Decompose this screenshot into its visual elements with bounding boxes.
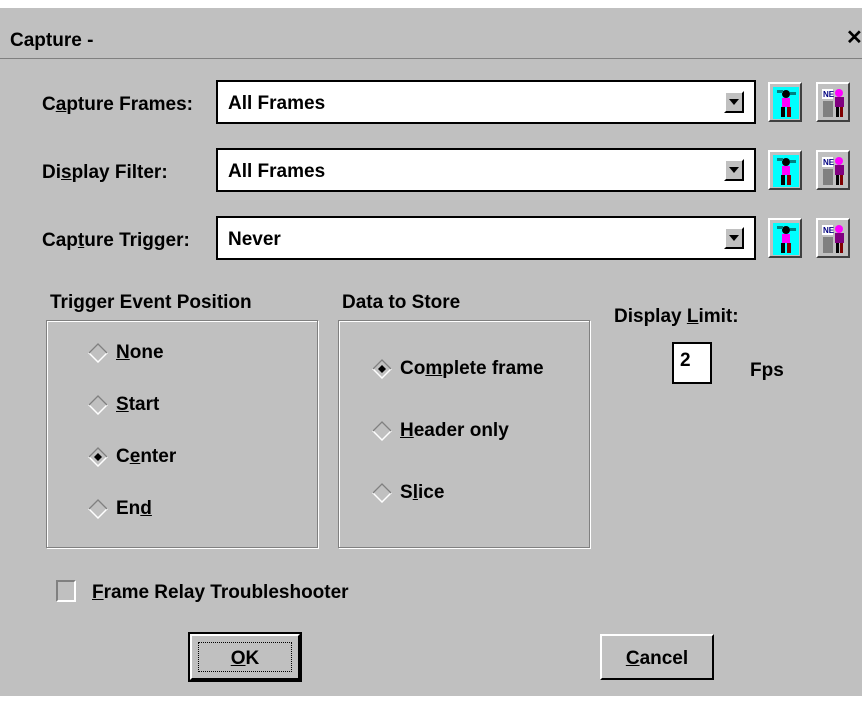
trigger-center-radio[interactable]: Center bbox=[88, 446, 176, 468]
display-filter-label: Display Filter: bbox=[42, 162, 168, 183]
capture-frames-dropdown[interactable]: All Frames bbox=[216, 80, 756, 124]
network-filter-icon: NE bbox=[821, 155, 847, 187]
frame-relay-troubleshooter-label[interactable]: Frame Relay Troubleshooter bbox=[92, 582, 349, 604]
display-limit-label: Display Limit: bbox=[614, 306, 739, 327]
capture-trigger-label: Capture Trigger: bbox=[42, 230, 190, 251]
trigger-start-radio[interactable]: Start bbox=[88, 394, 159, 416]
capture-trigger-value: Never bbox=[228, 229, 281, 250]
display-filter-edit-button[interactable] bbox=[768, 150, 802, 190]
capture-trigger-dropdown[interactable]: Never bbox=[216, 216, 756, 260]
capture-frames-filter-button[interactable]: NE bbox=[816, 82, 850, 122]
radio-selected-icon bbox=[88, 447, 108, 467]
network-filter-icon: NE bbox=[821, 87, 847, 119]
svg-text:NE: NE bbox=[823, 226, 835, 235]
data-to-store-title: Data to Store bbox=[342, 292, 461, 313]
trigger-event-position-group bbox=[46, 320, 318, 548]
capture-trigger-filter-button[interactable]: NE bbox=[816, 218, 850, 258]
capture-person-icon bbox=[773, 223, 799, 255]
display-filter-filter-button[interactable]: NE bbox=[816, 150, 850, 190]
radio-empty-icon bbox=[88, 343, 108, 363]
capture-frames-edit-button[interactable] bbox=[768, 82, 802, 122]
display-limit-input[interactable]: 2 bbox=[672, 342, 712, 384]
svg-text:NE: NE bbox=[823, 158, 835, 167]
ok-button[interactable]: OK bbox=[188, 632, 302, 682]
display-limit-unit: Fps bbox=[750, 360, 784, 381]
frame-relay-troubleshooter-checkbox[interactable] bbox=[56, 580, 76, 602]
radio-empty-icon bbox=[372, 421, 392, 441]
title-bar: Capture - ✕ bbox=[0, 8, 862, 59]
close-icon[interactable]: ✕ bbox=[846, 28, 862, 48]
capture-dialog: Capture - ✕ Capture Frames: All Frames N… bbox=[0, 8, 862, 696]
chevron-down-icon[interactable] bbox=[724, 227, 744, 249]
capture-person-icon bbox=[773, 155, 799, 187]
store-header-only-radio[interactable]: Header only bbox=[372, 420, 509, 442]
radio-selected-icon bbox=[372, 359, 392, 379]
capture-trigger-edit-button[interactable] bbox=[768, 218, 802, 258]
capture-person-icon bbox=[773, 87, 799, 119]
chevron-down-icon[interactable] bbox=[724, 91, 744, 113]
display-filter-dropdown[interactable]: All Frames bbox=[216, 148, 756, 192]
svg-text:NE: NE bbox=[823, 90, 835, 99]
trigger-event-position-title: Trigger Event Position bbox=[50, 292, 252, 313]
display-filter-value: All Frames bbox=[228, 161, 326, 182]
chevron-down-icon[interactable] bbox=[724, 159, 744, 181]
network-filter-icon: NE bbox=[821, 223, 847, 255]
radio-empty-icon bbox=[372, 483, 392, 503]
window-title: Capture - bbox=[10, 30, 94, 51]
radio-empty-icon bbox=[88, 499, 108, 519]
store-complete-frame-radio[interactable]: Complete frame bbox=[372, 358, 544, 380]
trigger-end-radio[interactable]: End bbox=[88, 498, 152, 520]
capture-frames-value: All Frames bbox=[228, 93, 326, 114]
cancel-button[interactable]: Cancel bbox=[600, 634, 714, 680]
radio-empty-icon bbox=[88, 395, 108, 415]
store-slice-radio[interactable]: Slice bbox=[372, 482, 444, 504]
trigger-none-radio[interactable]: None bbox=[88, 342, 164, 364]
capture-frames-label: Capture Frames: bbox=[42, 94, 194, 115]
